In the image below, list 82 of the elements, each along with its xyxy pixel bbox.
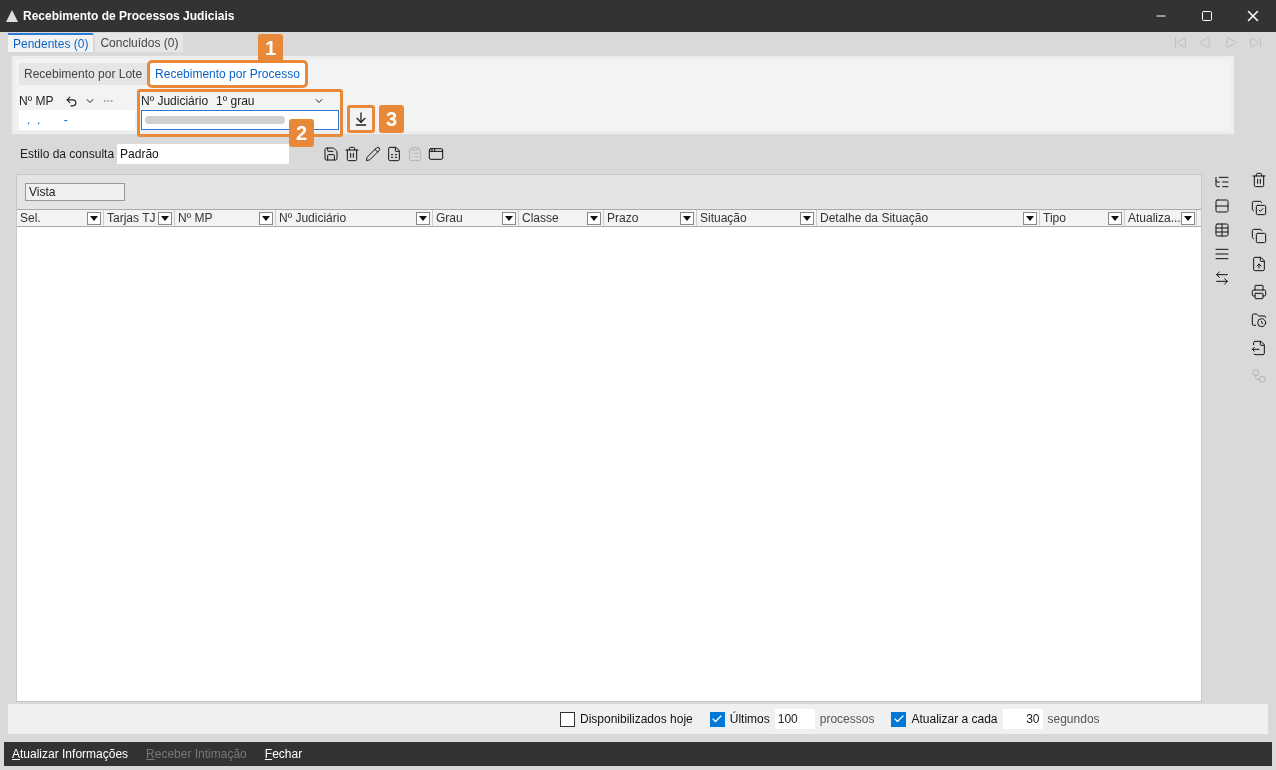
copy-icon[interactable]	[1251, 228, 1267, 244]
column-header[interactable]: Prazo	[604, 210, 697, 226]
file-upload-icon[interactable]	[1251, 256, 1267, 272]
maximize-icon	[1201, 10, 1213, 22]
dropdown-arrow-icon	[90, 215, 98, 221]
checkbox[interactable]	[560, 711, 575, 727]
list-icon[interactable]	[1214, 246, 1230, 262]
field-label: Nº MP	[19, 93, 55, 110]
rows-icon[interactable]	[1214, 198, 1230, 214]
style-field[interactable]: Padrão	[117, 144, 290, 164]
window-title: Recebimento de Processos Judiciais	[23, 8, 235, 25]
callout-badge: 2	[289, 119, 315, 147]
group-box[interactable]: Vista	[25, 183, 125, 201]
printer-icon[interactable]	[1251, 284, 1267, 300]
trash-icon[interactable]	[1251, 172, 1267, 188]
column-header[interactable]: Atualiza...	[1125, 210, 1197, 226]
column-header[interactable]: Classe	[519, 210, 604, 226]
column-header[interactable]: Situação	[697, 210, 817, 226]
tab[interactable]: Pendentes (0)	[8, 33, 94, 52]
filter-dropdown[interactable]	[680, 211, 694, 225]
filter-dropdown[interactable]	[587, 211, 601, 225]
filter-dropdown[interactable]	[259, 211, 273, 225]
sub-tab[interactable]: Recebimento por Lote	[19, 63, 148, 85]
dropdown-arrow-icon	[1183, 215, 1192, 221]
filter-dropdown[interactable]	[1023, 211, 1037, 225]
checkbox[interactable]	[709, 711, 725, 727]
checkbox-label: Últimos	[729, 710, 770, 728]
callout-badge: 3	[379, 105, 405, 133]
sub-tab[interactable]: Recebimento por Processo	[150, 63, 305, 85]
field-label: Nº Judiciário	[141, 93, 209, 110]
filter-dropdown[interactable]	[1108, 211, 1122, 225]
checkbox-label: Disponibilizados hoje	[580, 711, 693, 728]
table-icon[interactable]	[1214, 222, 1230, 238]
dropdown-arrow-icon	[1111, 215, 1119, 221]
download-button[interactable]	[347, 105, 375, 133]
filter-dropdown[interactable]	[416, 211, 430, 225]
save-icon[interactable]	[323, 146, 340, 162]
unit-label: processos	[819, 711, 875, 728]
mp-field[interactable]: . . -	[19, 110, 135, 130]
folder-clock-icon[interactable]	[1251, 312, 1267, 328]
copy-check-icon[interactable]	[1251, 200, 1267, 216]
tree-icon[interactable]	[1214, 174, 1230, 190]
grade-selector[interactable]: 1º grau	[216, 92, 255, 110]
trash-icon[interactable]	[344, 146, 361, 162]
dropdown-arrow-icon	[419, 215, 427, 221]
callout-badge: 1	[258, 34, 284, 62]
column-header[interactable]: Grau	[433, 210, 519, 226]
column-header[interactable]: Tipo	[1040, 210, 1125, 226]
dropdown-arrow-icon	[505, 215, 513, 221]
dropdown-arrow-icon	[1026, 215, 1034, 221]
filter-dropdown[interactable]	[87, 211, 101, 225]
field-label: Estilo da consulta	[20, 146, 115, 163]
filter-dropdown[interactable]	[1180, 211, 1195, 225]
filter-dropdown[interactable]	[502, 211, 516, 225]
file-export-icon[interactable]	[1251, 340, 1267, 356]
dropdown-arrow-icon	[683, 215, 691, 221]
checkbox-label: Atualizar a cada	[911, 711, 998, 728]
checkbox[interactable]	[891, 711, 907, 727]
spreadsheet-icon[interactable]	[386, 146, 403, 162]
column-header[interactable]: Detalhe da Situação	[817, 210, 1040, 226]
filter-dropdown[interactable]	[158, 211, 172, 225]
column-header[interactable]: Tarjas TJ	[104, 210, 175, 226]
window-icon[interactable]	[428, 146, 445, 162]
dropdown-arrow-icon	[161, 215, 169, 221]
tab[interactable]: Concluídos (0)	[95, 33, 184, 52]
column-header[interactable]: Nº Judiciário	[276, 210, 433, 226]
column-header[interactable]: Sel.	[17, 210, 104, 226]
pencil-icon[interactable]	[365, 146, 382, 162]
dropdown-arrow-icon	[262, 215, 270, 221]
logo-icon	[6, 10, 18, 22]
undo-icon[interactable]	[65, 94, 78, 108]
filter-dropdown[interactable]	[800, 211, 814, 225]
count-field[interactable]: 100	[774, 709, 815, 729]
download-icon	[353, 111, 369, 127]
footer-button[interactable]: Fechar	[264, 745, 303, 763]
column-header[interactable]: Nº MP	[175, 210, 276, 226]
arrows-icon[interactable]	[1214, 270, 1230, 286]
dropdown-arrow-icon	[590, 215, 598, 221]
dropdown-arrow-icon	[803, 215, 811, 221]
unit-label: segundos	[1047, 711, 1100, 728]
interval-field[interactable]: 30	[1002, 709, 1043, 729]
footer-button[interactable]: Atualizar Informações	[12, 745, 129, 763]
